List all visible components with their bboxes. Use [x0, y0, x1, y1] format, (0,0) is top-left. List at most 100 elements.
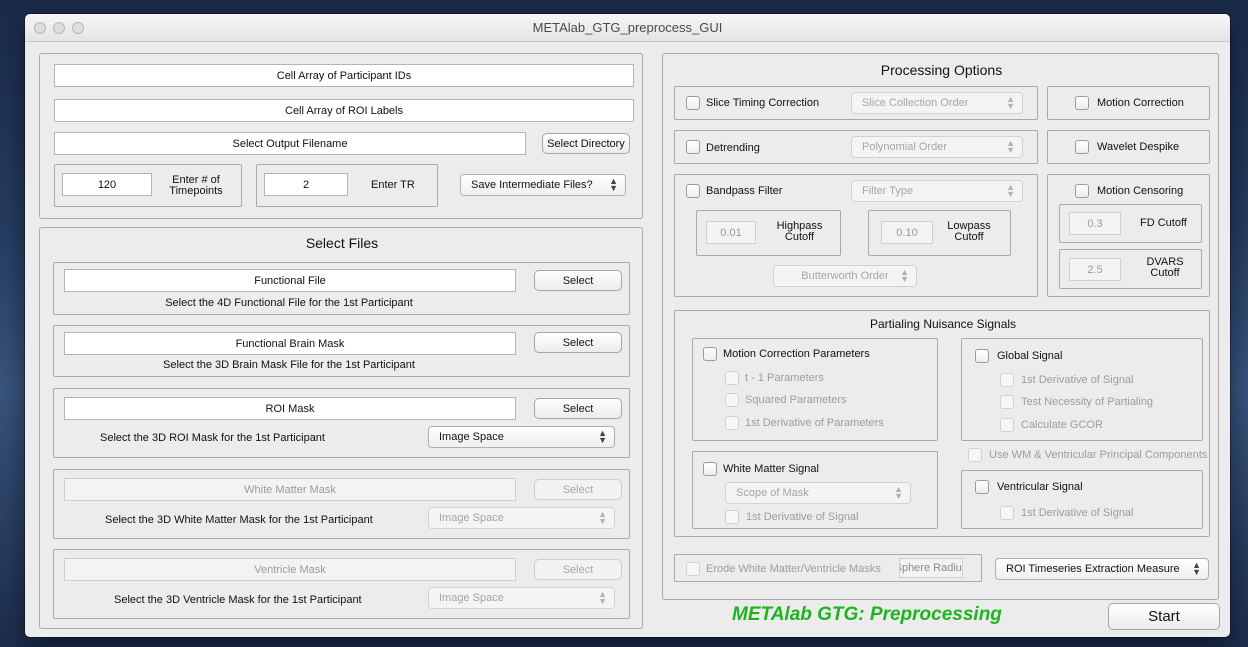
- brand-title: METAlab GTG: Preprocessing: [732, 604, 1002, 625]
- roi-image-space-value: Image Space: [439, 431, 504, 443]
- slice-timing-checkbox[interactable]: [686, 96, 700, 110]
- use-pca-label: Use WM & Ventricular Principal Component…: [989, 449, 1208, 461]
- stepper-icon: ▲ ▼: [1006, 138, 1015, 155]
- detrending-box: Detrending Polynomial Order ▲ ▼: [674, 130, 1038, 164]
- mcp-box: Motion Correction Parameters t - 1 Param…: [692, 338, 938, 441]
- motion-censoring-box: Motion Censoring 0.3 FD Cutoff 2.5 DVARS…: [1047, 174, 1210, 297]
- motion-censoring-checkbox[interactable]: [1075, 184, 1089, 198]
- slice-timing-label: Slice Timing Correction: [706, 97, 820, 109]
- nuisance-panel: Partialing Nuisance Signals Motion Corre…: [674, 310, 1210, 537]
- roi-mask-field[interactable]: ROI Mask: [64, 397, 516, 420]
- vent-deriv-checkbox: [1000, 506, 1014, 520]
- functional-file-field[interactable]: Functional File: [64, 269, 516, 292]
- global-gcor-label: Calculate GCOR: [1021, 419, 1103, 431]
- global-signal-checkbox[interactable]: [975, 349, 989, 363]
- vent-mask-select-button: Select: [534, 559, 622, 580]
- lowpass-label: Lowpass Cutoff: [947, 220, 991, 243]
- roi-labels-field[interactable]: Cell Array of ROI Labels: [54, 99, 634, 122]
- brain-mask-select-button[interactable]: Select: [534, 332, 622, 353]
- wm-mask-desc: Select the 3D White Matter Mask for the …: [105, 514, 373, 526]
- scope-of-mask-select: Scope of Mask ▲ ▼: [725, 482, 911, 504]
- mcp-t1-label: t - 1 Parameters: [745, 372, 824, 384]
- scope-of-mask-value: Scope of Mask: [736, 487, 809, 499]
- app-window: METAlab_GTG_preprocess_GUI Cell Array of…: [25, 14, 1230, 637]
- use-pca-checkbox: [968, 448, 982, 462]
- timepoints-input[interactable]: 120: [62, 173, 152, 196]
- global-test-label: Test Necessity of Partialing: [1021, 396, 1154, 408]
- vent-image-space-select: Image Space ▲ ▼: [428, 587, 615, 609]
- functional-select-button[interactable]: Select: [534, 270, 622, 291]
- vent-mask-field: Ventricle Mask: [64, 558, 516, 581]
- dvars-label: DVARS Cutoff: [1146, 256, 1184, 279]
- butterworth-select: Butterworth Order ▲ ▼: [773, 265, 917, 287]
- stepper-icon: ▲ ▼: [598, 428, 607, 445]
- roi-mask-box: ROI Mask Select Select the 3D ROI Mask f…: [53, 388, 630, 458]
- stepper-icon: ▲ ▼: [598, 509, 607, 526]
- functional-file-box: Functional File Select Select the 4D Fun…: [53, 262, 630, 315]
- filter-type-select: Filter Type ▲ ▼: [851, 180, 1023, 202]
- ventricular-box: Ventricular Signal 1st Derivative of Sig…: [961, 470, 1203, 529]
- timepoints-label: Enter # of Timepoints: [169, 174, 223, 197]
- tr-input[interactable]: 2: [264, 173, 348, 196]
- roi-mask-select-button[interactable]: Select: [534, 398, 622, 419]
- roi-mask-desc: Select the 3D ROI Mask for the 1st Parti…: [100, 432, 325, 444]
- slice-order-select: Slice Collection Order ▲ ▼: [851, 92, 1023, 114]
- motion-censoring-label: Motion Censoring: [1097, 185, 1184, 197]
- output-filename-field[interactable]: Select Output Filename: [54, 132, 526, 155]
- motion-correction-checkbox[interactable]: [1075, 96, 1089, 110]
- detrending-checkbox[interactable]: [686, 140, 700, 154]
- intermediate-files-select[interactable]: Save Intermediate Files? ▲ ▼: [460, 174, 626, 196]
- fd-box: 0.3 FD Cutoff: [1059, 204, 1202, 243]
- mcp-sq-checkbox: [725, 393, 739, 407]
- stepper-icon: ▲ ▼: [1006, 94, 1015, 111]
- highpass-label: Highpass Cutoff: [776, 220, 823, 243]
- erode-box: Erode White Matter/Ventricle Masks Spher…: [674, 554, 982, 582]
- stepper-icon: ▲ ▼: [900, 267, 909, 284]
- setup-panel: Cell Array of Participant IDs Cell Array…: [39, 53, 643, 219]
- select-files-title: Select Files: [305, 235, 379, 251]
- global-gcor-checkbox: [1000, 418, 1014, 432]
- mcp-deriv-label: 1st Derivative of Parameters: [745, 417, 884, 429]
- bandpass-checkbox[interactable]: [686, 184, 700, 198]
- global-deriv-label: 1st Derivative of Signal: [1021, 374, 1134, 386]
- wavelet-checkbox[interactable]: [1075, 140, 1089, 154]
- stepper-icon: ▲ ▼: [894, 484, 903, 501]
- wm-deriv-checkbox: [725, 510, 739, 524]
- white-matter-label: White Matter Signal: [723, 463, 819, 475]
- mcp-deriv-checkbox: [725, 416, 739, 430]
- fd-input: 0.3: [1069, 212, 1121, 235]
- sphere-radius-input: Sphere Radius: [899, 558, 963, 578]
- mcp-checkbox[interactable]: [703, 347, 717, 361]
- tr-box: 2 Enter TR: [256, 164, 438, 207]
- brain-mask-field[interactable]: Functional Brain Mask: [64, 332, 516, 355]
- brain-mask-box: Functional Brain Mask Select Select the …: [53, 325, 630, 377]
- highpass-input: 0.01: [706, 221, 756, 244]
- vent-image-space-value: Image Space: [439, 592, 504, 604]
- global-signal-box: Global Signal 1st Derivative of Signal T…: [961, 338, 1203, 441]
- dvars-input: 2.5: [1069, 258, 1121, 281]
- tr-label: Enter TR: [371, 179, 415, 191]
- start-button[interactable]: Start: [1108, 603, 1220, 630]
- butterworth-value: Butterworth Order: [801, 270, 889, 282]
- wm-deriv-label: 1st Derivative of Signal: [746, 511, 859, 523]
- white-matter-checkbox[interactable]: [703, 462, 717, 476]
- slice-timing-box: Slice Timing Correction Slice Collection…: [674, 86, 1038, 120]
- roi-image-space-select[interactable]: Image Space ▲ ▼: [428, 426, 615, 448]
- vent-mask-box: Ventricle Mask Select Select the 3D Vent…: [53, 549, 630, 619]
- detrending-label: Detrending: [706, 142, 760, 154]
- mcp-label: Motion Correction Parameters: [723, 348, 870, 360]
- global-signal-label: Global Signal: [997, 350, 1063, 362]
- intermediate-files-value: Save Intermediate Files?: [471, 179, 593, 191]
- participant-ids-field[interactable]: Cell Array of Participant IDs: [54, 64, 634, 87]
- white-matter-box: White Matter Signal Scope of Mask ▲ ▼ 1st…: [692, 451, 938, 529]
- motion-correction-box: Motion Correction: [1047, 86, 1210, 120]
- lowpass-box: 0.10 Lowpass Cutoff: [868, 210, 1011, 256]
- roi-measure-select[interactable]: ROI Timeseries Extraction Measure ▲ ▼: [995, 558, 1209, 580]
- bandpass-box: Bandpass Filter Filter Type ▲ ▼ 0.01 High…: [674, 174, 1038, 297]
- poly-order-value: Polynomial Order: [862, 141, 947, 153]
- wm-image-space-select: Image Space ▲ ▼: [428, 507, 615, 529]
- stepper-icon: ▲ ▼: [598, 589, 607, 606]
- select-directory-button[interactable]: Select Directory: [542, 133, 630, 154]
- ventricular-checkbox[interactable]: [975, 480, 989, 494]
- lowpass-input: 0.10: [881, 221, 933, 244]
